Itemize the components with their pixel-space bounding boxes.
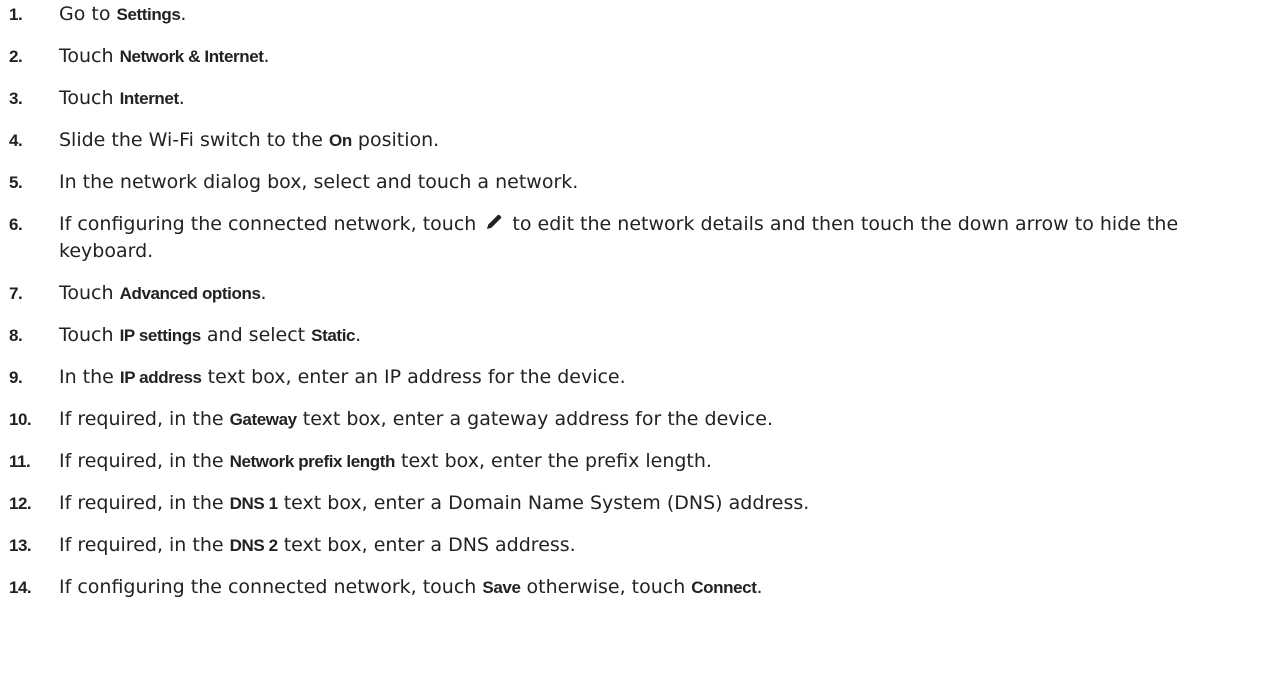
step-text: In the IP address text box, enter an IP … xyxy=(59,365,1249,390)
pencil-icon xyxy=(484,212,504,239)
step-text-fragment: If required, in the xyxy=(59,534,230,556)
step-text: Slide the Wi-Fi switch to the On positio… xyxy=(59,128,1249,153)
step-number: 8. xyxy=(9,326,23,345)
step-emphasis: Connect xyxy=(691,578,757,597)
step-text-fragment: otherwise, touch xyxy=(520,576,692,598)
step-text: If required, in the DNS 1 text box, ente… xyxy=(59,491,1249,516)
step-text-fragment: If required, in the xyxy=(59,492,230,514)
step-number: 13. xyxy=(9,536,32,555)
step-text: Touch Network & Internet. xyxy=(59,44,1249,69)
step-text-fragment: In the network dialog box, select and to… xyxy=(59,171,579,193)
step-text-fragment: In the xyxy=(59,366,120,388)
step-number: 4. xyxy=(9,131,23,150)
step-emphasis: IP address xyxy=(119,368,202,387)
step-text: If configuring the connected network, to… xyxy=(59,575,1249,600)
step-text-fragment: . xyxy=(178,87,185,109)
step-emphasis: Internet xyxy=(119,89,180,108)
step-text-fragment: . xyxy=(180,3,187,25)
step-text-fragment: text box, enter an IP address for the de… xyxy=(201,366,626,388)
step-emphasis: Network prefix length xyxy=(229,452,396,471)
step-number: 2. xyxy=(9,47,23,66)
step-number: 9. xyxy=(9,368,23,387)
step-text: If required, in the Network prefix lengt… xyxy=(59,449,1249,474)
step-emphasis: IP settings xyxy=(119,326,202,345)
step-text: Touch IP settings and select Static. xyxy=(59,323,1249,348)
step-text-fragment: Slide the Wi-Fi switch to the xyxy=(59,129,330,151)
step-emphasis: DNS 2 xyxy=(229,536,278,555)
step-emphasis: Settings xyxy=(116,5,181,24)
step-text-fragment: Touch xyxy=(59,87,120,109)
step-text-fragment: Touch xyxy=(59,324,120,346)
step-text-fragment: . xyxy=(355,324,362,346)
step-text-fragment: Touch xyxy=(59,45,120,67)
step-text: If configuring the connected network, to… xyxy=(59,212,1249,264)
step-text: If required, in the DNS 2 text box, ente… xyxy=(59,533,1249,558)
step-text-fragment: If configuring the connected network, to… xyxy=(59,576,483,598)
step-emphasis: Gateway xyxy=(229,410,298,429)
step-emphasis: Static xyxy=(311,326,356,345)
step-number: 3. xyxy=(9,89,23,108)
step-emphasis: On xyxy=(329,131,352,150)
step-text-fragment: text box, enter a DNS address. xyxy=(277,534,576,556)
step-number: 10. xyxy=(9,410,32,429)
step-emphasis: DNS 1 xyxy=(229,494,278,513)
step-text-fragment: . xyxy=(263,45,270,67)
step-number: 11. xyxy=(9,452,31,471)
step-text-fragment: text box, enter the prefix length. xyxy=(395,450,712,472)
step-text-fragment: If required, in the xyxy=(59,450,230,472)
instruction-steps-list: 1. Go to Settings. 2. Touch Network & Inter… xyxy=(0,0,1274,696)
step-number: 6. xyxy=(9,215,23,234)
step-text-fragment: position. xyxy=(351,129,440,151)
step-text: Touch Advanced options. xyxy=(59,281,1249,306)
step-text: Go to Settings. xyxy=(59,2,1249,27)
step-number: 5. xyxy=(9,173,23,192)
step-emphasis: Advanced options xyxy=(119,284,261,303)
step-text-fragment: Go to xyxy=(59,3,117,25)
step-text-fragment: Touch xyxy=(59,282,120,304)
step-text-fragment: If required, in the xyxy=(59,408,230,430)
step-emphasis: Save xyxy=(482,578,521,597)
step-text-fragment: . xyxy=(756,576,763,598)
step-number: 12. xyxy=(9,494,32,513)
step-text: If required, in the Gateway text box, en… xyxy=(59,407,1249,432)
step-number: 14. xyxy=(9,578,32,597)
step-emphasis: Network & Internet xyxy=(119,47,264,66)
step-text: In the network dialog box, select and to… xyxy=(59,170,1249,195)
step-text-fragment: and select xyxy=(200,324,312,346)
step-text-fragment: text box, enter a gateway address for th… xyxy=(296,408,773,430)
step-text-fragment: text box, enter a Domain Name System (DN… xyxy=(277,492,810,514)
step-text-fragment: If configuring the connected network, to… xyxy=(59,213,483,235)
step-number: 1. xyxy=(9,5,23,24)
step-text: Touch Internet. xyxy=(59,86,1249,111)
step-text-fragment: . xyxy=(260,282,267,304)
step-number: 7. xyxy=(9,284,23,303)
